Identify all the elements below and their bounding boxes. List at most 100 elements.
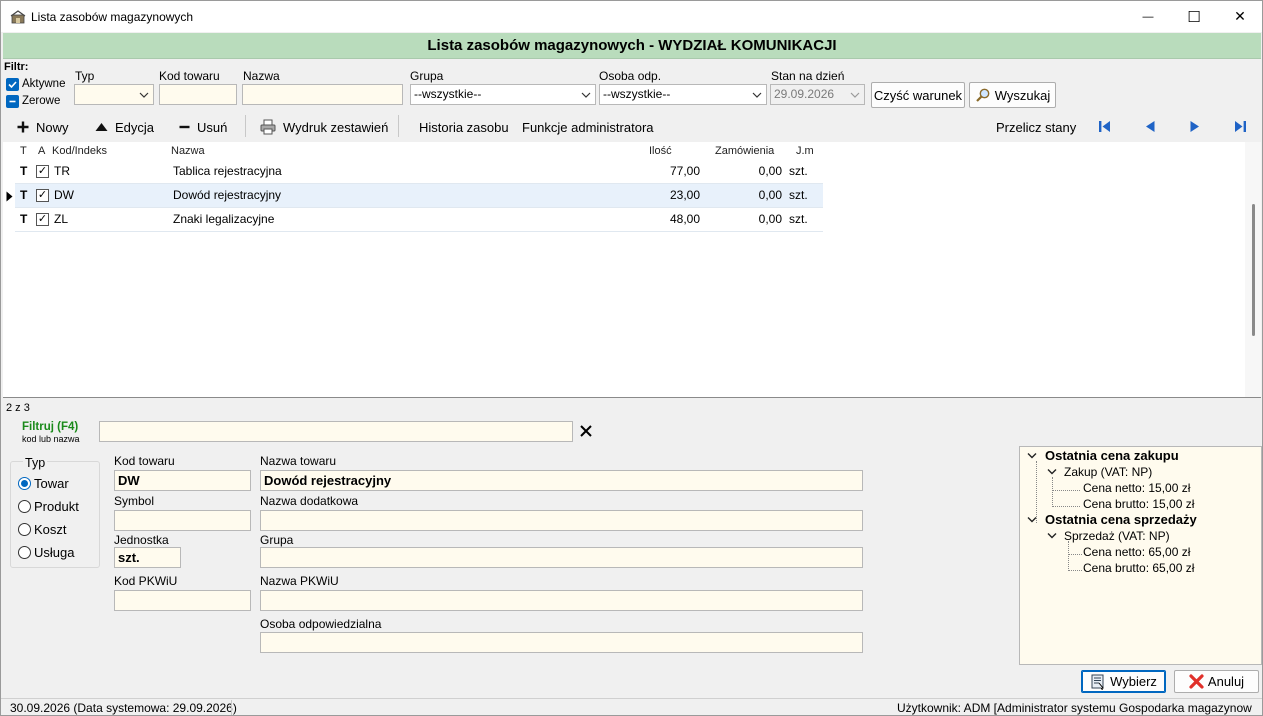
unit-field[interactable]: szt. — [114, 547, 181, 568]
delete-label: Usuń — [197, 119, 228, 135]
row-code: DW — [54, 188, 74, 202]
table-row[interactable]: T ✓ DW Dowód rejestracyjny 23,00 0,00 sz… — [15, 184, 823, 208]
row-code: TR — [54, 164, 70, 178]
group-filter-value: --wszystkie-- — [414, 87, 482, 101]
column-header-orders[interactable]: Zamówienia — [715, 145, 774, 157]
purchase-gross-price[interactable]: Cena brutto: 15,00 zł — [1083, 497, 1194, 511]
symbol-field[interactable] — [114, 510, 251, 531]
pkwiu-code-field[interactable] — [114, 590, 251, 611]
title-bar[interactable]: Lista zasobów magazynowych — ☐ ✕ — [1, 1, 1262, 32]
type-radio-produkt[interactable] — [18, 500, 31, 513]
panel-divider[interactable] — [3, 397, 1261, 398]
sale-node[interactable]: Sprzedaż (VAT: NP) — [1064, 529, 1170, 543]
code-filter-input[interactable] — [159, 84, 237, 105]
clear-filter-icon[interactable] — [579, 424, 593, 438]
row-active-checkbox[interactable]: ✓ — [36, 213, 49, 226]
search-button[interactable]: Wyszukaj — [969, 82, 1056, 108]
chevron-down-icon[interactable] — [1027, 452, 1037, 460]
type-radio-koszt[interactable] — [18, 523, 31, 536]
grid-vertical-scrollbar[interactable] — [1245, 142, 1261, 397]
extra-name-label: Nazwa dodatkowa — [260, 494, 359, 508]
code-field[interactable]: DW — [114, 470, 251, 491]
minimize-button[interactable]: — — [1125, 1, 1171, 32]
status-date: 30.09.2026 (Data systemowa: 29.09.2026) — [10, 701, 237, 715]
purchase-price-header[interactable]: Ostatnia cena zakupu — [1045, 448, 1179, 463]
item-name-label: Nazwa towaru — [260, 454, 337, 468]
chevron-down-icon[interactable] — [1047, 532, 1057, 540]
tree-connector — [1052, 506, 1080, 507]
page-header: Lista zasobów magazynowych - WYDZIAŁ KOM… — [3, 33, 1261, 59]
sale-price-header[interactable]: Ostatnia cena sprzedaży — [1045, 512, 1197, 527]
first-record-icon[interactable] — [1098, 120, 1111, 133]
table-row[interactable]: T ✓ TR Tablica rejestracyjna 77,00 0,00 … — [15, 160, 823, 184]
row-active-checkbox[interactable]: ✓ — [36, 189, 49, 202]
column-header-name[interactable]: Nazwa — [171, 145, 205, 157]
column-header-unit[interactable]: J.m — [796, 145, 814, 157]
pkwiu-name-field[interactable] — [260, 590, 863, 611]
status-user: Użytkownik: ADM [Administrator systemu G… — [897, 701, 1252, 715]
filter-label: Filtr: — [4, 61, 29, 73]
name-filter-label: Nazwa — [243, 69, 280, 83]
type-radio-usluga[interactable] — [18, 546, 31, 559]
warehouse-app-icon — [10, 10, 26, 24]
row-quantity: 77,00 — [669, 164, 700, 178]
maximize-button[interactable]: ☐ — [1171, 1, 1217, 32]
item-name-field[interactable]: Dowód rejestracyjny — [260, 470, 863, 491]
delete-button[interactable]: Usuń — [179, 118, 227, 136]
group-filter-select[interactable]: --wszystkie-- — [410, 84, 596, 105]
type-radio-towar[interactable] — [18, 477, 31, 490]
row-active-checkbox[interactable]: ✓ — [36, 165, 49, 178]
select-button[interactable]: Wybierz — [1081, 670, 1166, 693]
next-record-icon[interactable] — [1189, 120, 1201, 133]
clear-conditions-button[interactable]: Czyść warunek — [871, 82, 965, 108]
admin-functions-button[interactable]: Funkcje administratora — [522, 118, 654, 136]
history-button[interactable]: Historia zasobu — [419, 118, 509, 136]
chevron-down-icon[interactable] — [1047, 468, 1057, 476]
cancel-button[interactable]: Anuluj — [1174, 670, 1259, 693]
column-header-a[interactable]: A — [38, 145, 45, 157]
print-button[interactable]: Wydruk zestawień — [260, 118, 388, 136]
sale-net-price[interactable]: Cena netto: 65,00 zł — [1083, 545, 1190, 559]
last-record-icon[interactable] — [1234, 120, 1247, 133]
edit-label: Edycja — [115, 119, 155, 135]
maximize-icon: ☐ — [1187, 8, 1201, 26]
active-label: Aktywne — [22, 78, 66, 90]
scrollbar-thumb[interactable] — [1252, 204, 1255, 336]
column-header-quantity[interactable]: Ilość — [649, 145, 672, 157]
column-header-code[interactable]: Kod/Indeks — [52, 145, 107, 157]
row-unit: szt. — [789, 188, 808, 202]
column-header-t[interactable]: T — [20, 145, 27, 157]
zero-checkbox[interactable] — [6, 95, 19, 108]
tree-connector — [1068, 541, 1069, 571]
responsible-person-field[interactable] — [260, 632, 863, 653]
purchase-net-price[interactable]: Cena netto: 15,00 zł — [1083, 481, 1190, 495]
chevron-down-icon[interactable] — [1027, 516, 1037, 524]
window-title: Lista zasobów magazynowych — [31, 10, 194, 24]
date-filter-picker[interactable]: 29.09.2026 — [770, 84, 865, 105]
indeterminate-icon — [9, 100, 16, 103]
previous-record-icon[interactable] — [1144, 120, 1156, 133]
table-row[interactable]: T ✓ ZL Znaki legalizacyjne 48,00 0,00 sz… — [15, 208, 823, 232]
purchase-node[interactable]: Zakup (VAT: NP) — [1064, 465, 1152, 479]
row-orders: 0,00 — [758, 188, 782, 202]
new-label: Nowy — [36, 119, 69, 135]
name-filter-input[interactable] — [242, 84, 403, 105]
edit-button[interactable]: Edycja — [95, 118, 154, 136]
group-field[interactable] — [260, 547, 863, 568]
chevron-down-icon — [581, 92, 591, 98]
status-separator — [231, 700, 232, 715]
close-button[interactable]: ✕ — [1217, 1, 1262, 32]
active-checkbox[interactable] — [6, 78, 19, 91]
person-filter-select[interactable]: --wszystkie-- — [599, 84, 767, 105]
row-quantity: 48,00 — [669, 212, 700, 226]
extra-name-field[interactable] — [260, 510, 863, 531]
recalculate-button[interactable]: Przelicz stany — [996, 118, 1076, 136]
select-label: Wybierz — [1110, 674, 1157, 689]
type-filter-select[interactable] — [74, 84, 154, 105]
quick-filter-input[interactable] — [99, 421, 573, 442]
type-radio-towar-label: Towar — [34, 476, 69, 491]
new-button[interactable]: Nowy — [17, 118, 69, 136]
print-label: Wydruk zestawień — [283, 119, 389, 135]
quick-filter-sublabel: kod lub nazwa — [22, 434, 80, 444]
sale-gross-price[interactable]: Cena brutto: 65,00 zł — [1083, 561, 1194, 575]
